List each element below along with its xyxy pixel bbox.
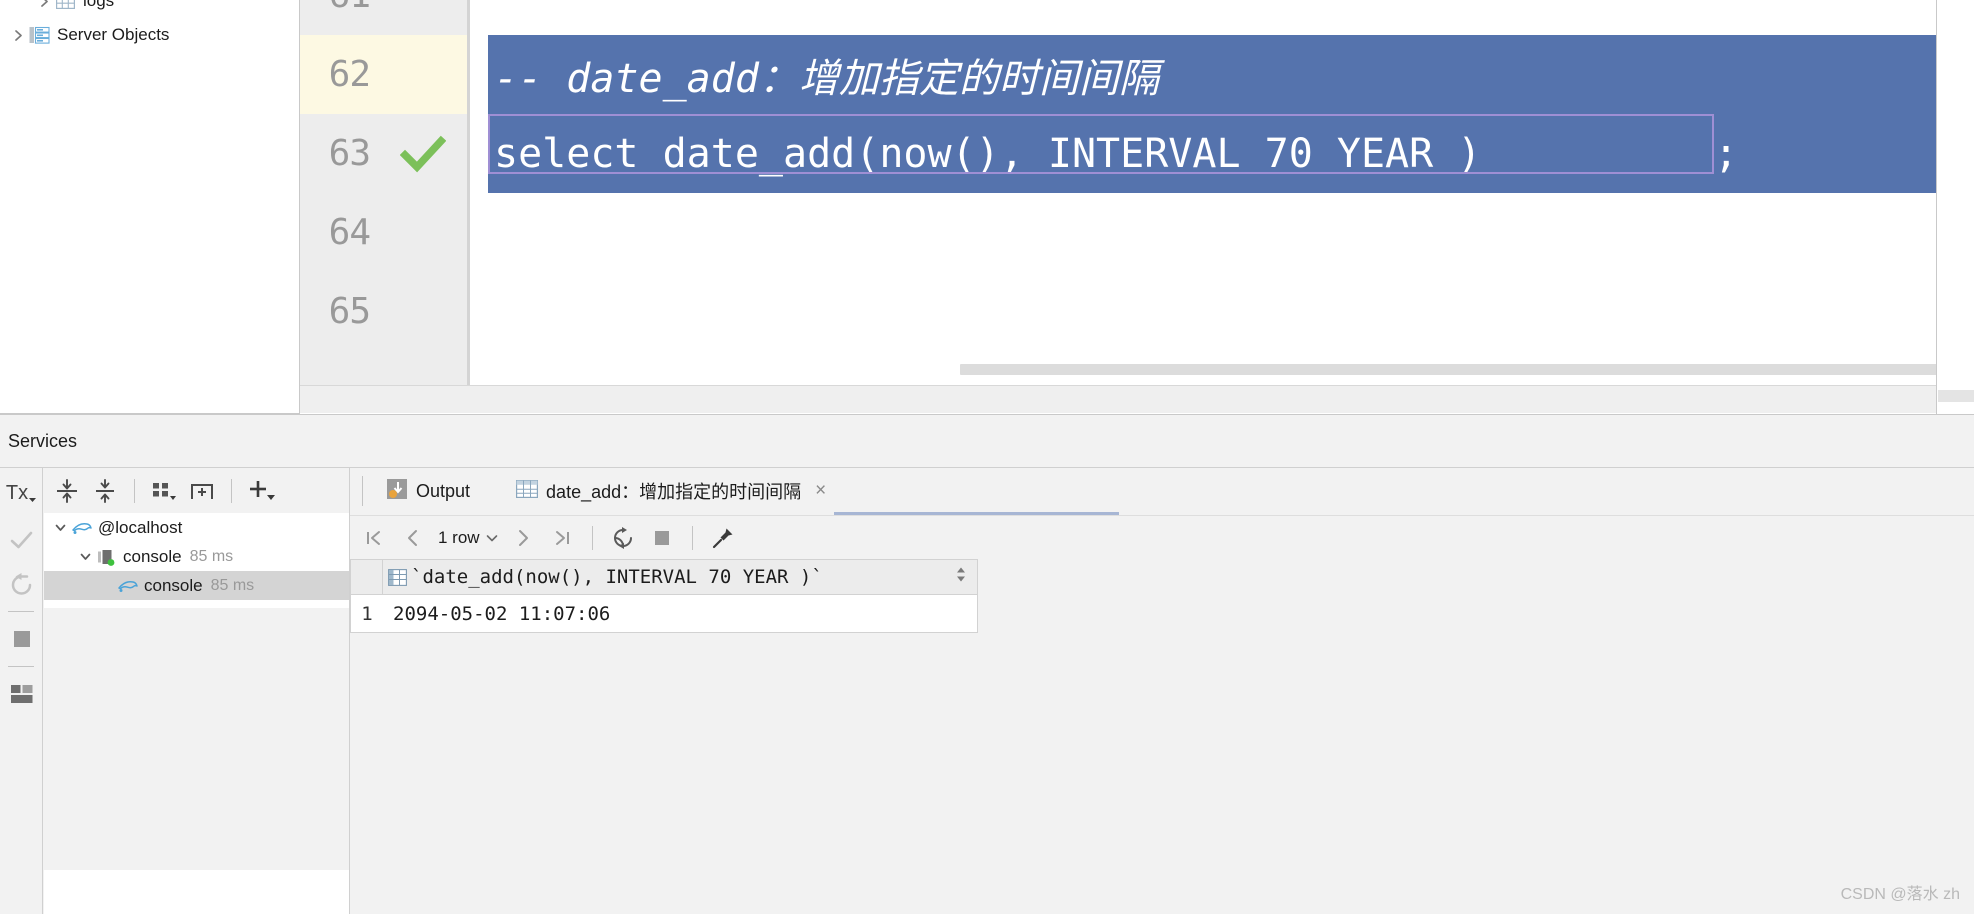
output-icon (386, 478, 408, 505)
database-tree-panel[interactable]: logs Server Objects (0, 0, 299, 414)
grid-row[interactable]: 1 2094-05-02 11:07:06 (350, 595, 978, 633)
collapse-all-button[interactable] (88, 474, 122, 508)
editor-bottom-strip (300, 385, 1936, 413)
gutter-line-65: 65 (300, 272, 470, 351)
tab-output[interactable]: Output (376, 468, 480, 514)
services-tree-node-localhost[interactable]: @localhost (44, 513, 349, 542)
tree-item-server-objects[interactable]: Server Objects (0, 20, 299, 50)
tree-item-label: Server Objects (57, 25, 170, 44)
services-node-duration: 85 ms (210, 576, 255, 594)
mysql-dolphin-icon (116, 575, 140, 597)
services-node-label: console (144, 575, 203, 595)
chevron-right-icon[interactable] (8, 25, 28, 45)
editor-horizontal-scrollbar-thumb[interactable] (960, 364, 1974, 375)
gutter-line-63: 63 (300, 114, 470, 193)
row-count-dropdown[interactable]: 1 row (434, 528, 502, 548)
line-number: 61 (329, 0, 371, 16)
services-tree-panel: @localhost console 85 ms console 85 ms (44, 468, 350, 914)
watermark: CSDN @落水 zh (1840, 886, 1960, 903)
next-page-button[interactable] (505, 520, 541, 556)
services-title: Services (8, 431, 78, 451)
pin-icon[interactable] (705, 520, 741, 556)
line-number: 63 (328, 133, 371, 174)
sql-editor[interactable]: -- date_add：增加指定的时间间隔 select date_add(no… (470, 0, 1974, 385)
green-check-icon[interactable] (399, 131, 447, 177)
grid-header-rownum-cell (351, 560, 383, 594)
rollback-button[interactable] (0, 562, 43, 606)
console-icon (95, 546, 119, 568)
toolbar-divider (134, 478, 135, 503)
new-tab-button[interactable] (185, 474, 219, 508)
layout-button[interactable] (0, 672, 43, 716)
column-type-icon (383, 568, 411, 586)
tab-bar-divider (362, 476, 363, 506)
app-window: logs Server Objects 62 63 64 65 -- date_… (0, 0, 1974, 914)
services-node-label: console (123, 546, 182, 566)
services-tree-empty-area (44, 608, 349, 870)
row-count-label: 1 row (438, 527, 480, 547)
table-icon (54, 0, 76, 11)
result-tab-bar[interactable]: Output date_add：增加指定的时间间隔 × (350, 468, 1974, 515)
services-tool-strip[interactable]: Tx (0, 468, 43, 914)
gutter-line-64: 64 (300, 193, 470, 272)
stop-button[interactable] (0, 617, 43, 661)
toolbar-divider (691, 525, 693, 550)
commit-button[interactable] (0, 518, 43, 562)
grid-icon (516, 479, 539, 503)
code-line-statement-terminator[interactable]: ; (1714, 114, 1747, 193)
server-objects-icon (28, 25, 50, 45)
first-page-button[interactable] (356, 520, 392, 556)
editor-gutter[interactable]: 61 62 63 64 65 (300, 0, 470, 385)
reload-icon[interactable] (605, 520, 641, 556)
mysql-dolphin-icon (70, 517, 94, 539)
services-panel: Services Tx @localhost console 85 ms con… (0, 414, 1974, 914)
line-number: 62 (328, 54, 371, 95)
editor-right-rail (1936, 0, 1974, 414)
tx-dropdown-button[interactable]: Tx (0, 468, 43, 518)
gutter-line-62: 62 (300, 35, 470, 114)
right-rail-thumb[interactable] (1938, 390, 1974, 402)
grid-row-number: 1 (361, 602, 373, 625)
tx-label: Tx (5, 481, 29, 504)
line-number: 65 (328, 291, 371, 332)
toolbar-divider (591, 525, 593, 550)
tree-item-logs[interactable]: logs (0, 0, 299, 16)
services-tree-node-console[interactable]: console 85 ms (44, 542, 349, 571)
editor-section: logs Server Objects 62 63 64 65 -- date_… (0, 0, 1974, 414)
stop-icon[interactable] (644, 520, 680, 556)
last-page-button[interactable] (544, 520, 580, 556)
chevron-down-icon (486, 534, 497, 541)
code-line-comment[interactable]: -- date_add：增加指定的时间间隔 (488, 35, 1936, 114)
tree-item-label: logs (83, 0, 115, 10)
grid-column-header-label: `date_add(now(), INTERVAL 70 YEAR )` (411, 566, 823, 588)
tab-result-date-add[interactable]: date_add：增加指定的时间间隔 × (506, 468, 836, 514)
expand-all-button[interactable] (50, 474, 84, 508)
chevron-right-icon[interactable] (34, 0, 54, 11)
grid-toolbar[interactable]: 1 row (350, 515, 1974, 559)
tab-label: Output (416, 480, 471, 501)
tool-strip-divider (8, 666, 34, 667)
toolbar-divider (231, 478, 232, 503)
gutter-line-61: 61 (300, 0, 470, 35)
chevron-down-icon[interactable] (75, 547, 95, 567)
chevron-down-icon[interactable] (50, 518, 70, 538)
sort-indicator-icon[interactable] (955, 565, 967, 590)
group-by-button[interactable] (147, 474, 181, 508)
services-tree-node-console-child[interactable]: console 85 ms (44, 571, 349, 600)
tab-label: date_add：增加指定的时间间隔 (546, 482, 802, 502)
result-grid[interactable]: `date_add(now(), INTERVAL 70 YEAR )` 1 2… (350, 559, 1974, 914)
tool-strip-divider (8, 611, 34, 612)
services-node-duration: 85 ms (189, 547, 234, 565)
grid-header-row[interactable]: `date_add(now(), INTERVAL 70 YEAR )` (350, 559, 978, 595)
line-number: 64 (328, 212, 371, 253)
previous-page-button[interactable] (395, 520, 431, 556)
services-tree-toolbar[interactable] (44, 468, 349, 513)
services-node-label: @localhost (98, 517, 183, 537)
add-button[interactable] (244, 474, 278, 508)
grid-cell[interactable]: 2094-05-02 11:07:06 (383, 603, 610, 625)
close-icon[interactable]: × (815, 480, 826, 502)
